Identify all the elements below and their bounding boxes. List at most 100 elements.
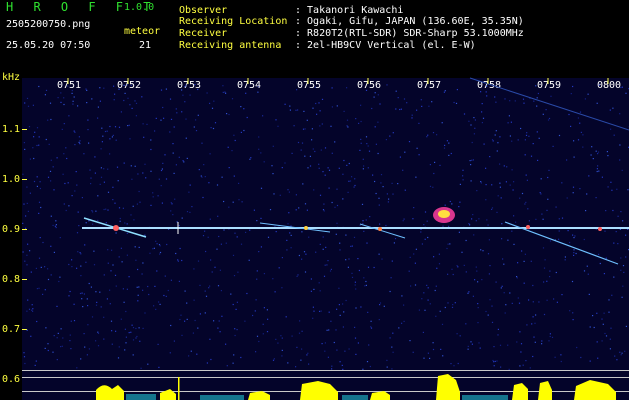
noise-dot — [468, 291, 470, 293]
noise-dot — [486, 85, 488, 87]
noise-dot — [555, 271, 557, 274]
noise-dot — [465, 323, 467, 325]
noise-dot — [172, 214, 174, 216]
noise-dot — [495, 101, 497, 103]
noise-dot — [511, 230, 513, 232]
noise-dot — [102, 135, 104, 137]
noise-dot — [416, 147, 418, 149]
noise-dot — [458, 231, 460, 233]
noise-dot — [217, 327, 219, 329]
noise-dot — [414, 284, 417, 286]
noise-dot — [442, 225, 444, 227]
noise-dot — [64, 182, 66, 185]
noise-dot — [422, 331, 424, 333]
noise-dot — [509, 135, 511, 137]
noise-dot — [189, 211, 191, 213]
noise-dot — [363, 230, 365, 232]
noise-dot — [275, 338, 277, 340]
noise-dot — [327, 167, 329, 169]
meteor-echo — [526, 225, 530, 229]
noise-dot — [519, 365, 521, 367]
noise-dot — [541, 340, 543, 342]
noise-dot — [499, 182, 501, 184]
noise-dot — [321, 123, 323, 125]
noise-dot — [182, 160, 184, 162]
noise-dot — [467, 292, 469, 294]
noise-dot — [150, 204, 152, 206]
noise-dot — [23, 142, 25, 144]
noise-dot — [160, 169, 163, 172]
noise-dot — [556, 301, 558, 303]
noise-dot — [537, 92, 539, 95]
noise-dot — [196, 353, 198, 355]
noise-dot — [74, 144, 76, 146]
noise-dot — [26, 264, 28, 266]
noise-dot — [112, 186, 114, 188]
noise-dot — [373, 266, 375, 269]
noise-dot — [400, 108, 402, 110]
noise-dot — [120, 247, 122, 249]
noise-dot — [38, 144, 40, 146]
noise-dot — [287, 189, 289, 191]
noise-dot — [493, 346, 495, 348]
noise-dot — [427, 352, 429, 354]
noise-dot — [244, 320, 246, 322]
noise-dot — [412, 218, 414, 220]
noise-dot — [360, 138, 362, 140]
noise-dot — [533, 100, 535, 102]
noise-dot — [310, 278, 312, 280]
noise-dot — [188, 191, 190, 193]
noise-dot — [38, 257, 41, 259]
noise-dot — [221, 315, 223, 317]
noise-dot — [614, 355, 616, 357]
noise-dot — [420, 231, 422, 233]
noise-dot — [391, 260, 393, 262]
noise-dot — [158, 366, 160, 368]
noise-dot — [566, 159, 568, 161]
noise-dot — [184, 290, 186, 292]
noise-dot — [355, 288, 357, 290]
noise-dot — [505, 181, 507, 183]
noise-dot — [262, 115, 264, 117]
noise-dot — [448, 225, 450, 227]
noise-dot — [386, 193, 388, 195]
noise-dot — [611, 294, 613, 296]
noise-dot — [213, 320, 215, 322]
noise-dot — [579, 122, 581, 124]
noise-dot — [63, 123, 65, 125]
noise-dot — [314, 150, 316, 153]
noise-dot — [262, 323, 264, 325]
noise-dot — [289, 105, 291, 107]
noise-dot — [532, 284, 534, 287]
noise-dot — [155, 308, 157, 310]
noise-dot — [349, 180, 352, 182]
noise-dot — [509, 100, 511, 102]
noise-dot — [495, 281, 497, 283]
noise-dot — [228, 206, 230, 208]
noise-dot — [133, 219, 135, 221]
noise-dot — [86, 102, 88, 104]
noise-dot — [432, 186, 434, 188]
noise-dot — [365, 284, 367, 286]
noise-dot — [304, 271, 307, 273]
noise-dot — [331, 106, 333, 108]
noise-dot — [365, 219, 367, 221]
noise-dot — [378, 253, 380, 255]
noise-dot — [208, 287, 210, 289]
noise-dot — [367, 167, 369, 169]
noise-dot — [611, 189, 613, 191]
noise-dot — [390, 277, 392, 279]
noise-dot — [103, 208, 105, 211]
noise-dot — [474, 127, 476, 129]
noise-dot — [608, 311, 610, 313]
noise-dot — [610, 128, 612, 130]
noise-dot — [481, 279, 483, 281]
noise-dot — [519, 197, 521, 199]
noise-dot — [339, 361, 341, 363]
noise-dot — [197, 114, 199, 116]
noise-dot — [583, 238, 585, 241]
noise-dot — [101, 127, 103, 129]
noise-dot — [225, 242, 227, 244]
noise-dot — [194, 84, 196, 86]
noise-dot — [97, 345, 100, 347]
